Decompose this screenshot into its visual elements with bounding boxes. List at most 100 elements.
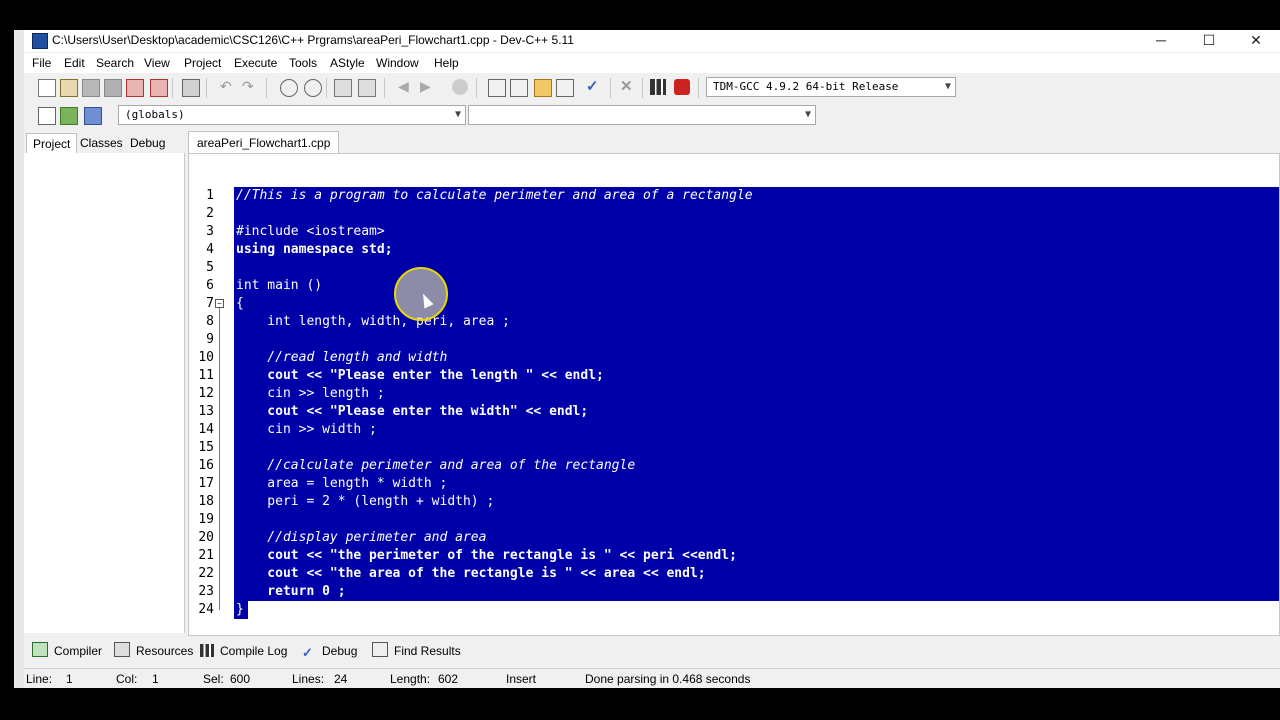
resources-icon (114, 642, 130, 657)
undo-icon[interactable]: ↶ (220, 79, 236, 95)
tab-debug-output[interactable]: ✓ Debug (302, 642, 357, 660)
stop-execution-icon[interactable]: ✕ (620, 79, 636, 95)
save-icon[interactable] (82, 79, 100, 97)
status-line-value: 1 (66, 672, 73, 686)
maximize-button[interactable]: ☐ (1186, 30, 1232, 52)
menu-edit[interactable]: Edit (64, 56, 85, 70)
toolbar-separator (476, 78, 477, 98)
editor-file-tab[interactable]: areaPeri_Flowchart1.cpp (188, 131, 340, 154)
syntax-check-icon[interactable]: ✓ (586, 79, 602, 95)
code-line[interactable]: int length, width, peri, area ; (234, 313, 1279, 331)
code-line[interactable]: { (234, 295, 1279, 313)
code-line[interactable] (234, 511, 1279, 529)
status-line-label: Line: (26, 672, 53, 686)
project-panel (24, 153, 185, 633)
forward-icon[interactable]: ▶ (420, 79, 436, 95)
code-line[interactable]: //display perimeter and area (234, 529, 1279, 547)
menu-execute[interactable]: Execute (234, 56, 277, 70)
toolbar-separator (172, 78, 173, 98)
code-line[interactable]: cout << "the perimeter of the rectangle … (234, 547, 1279, 565)
members-select[interactable]: ▼ (468, 105, 816, 125)
line-number: 21 (198, 548, 214, 563)
chevron-down-icon: ▼ (944, 81, 951, 92)
toolbar-separator (206, 78, 207, 98)
line-number: 3 (206, 224, 214, 239)
save-all-icon[interactable] (104, 79, 122, 97)
code-line[interactable]: cout << "Please enter the length " << en… (234, 367, 1279, 385)
compile-icon[interactable] (488, 79, 506, 97)
code-line[interactable]: cout << "the area of the rectangle is " … (234, 565, 1279, 583)
globals-select[interactable]: (globals) ▼ (118, 105, 466, 125)
toggle-bookmark-icon[interactable] (60, 107, 78, 125)
open-file-icon[interactable] (60, 79, 78, 97)
code-line[interactable] (234, 205, 1279, 223)
code-line[interactable]: //calculate perimeter and area of the re… (234, 457, 1279, 475)
code-line[interactable] (234, 439, 1279, 457)
status-length-label: Length: (390, 672, 431, 686)
tab-compile-log[interactable]: Compile Log (200, 642, 287, 660)
close-all-icon[interactable] (150, 79, 168, 97)
menu-project[interactable]: Project (184, 56, 221, 70)
status-lines-label: Lines: (292, 672, 325, 686)
code-line[interactable]: cout << "Please enter the width" << endl… (234, 403, 1279, 421)
menu-search[interactable]: Search (96, 56, 134, 70)
code-line[interactable]: //This is a program to calculate perimet… (234, 187, 1279, 205)
menu-view[interactable]: View (144, 56, 170, 70)
line-number: 18 (198, 494, 214, 509)
code-line[interactable]: } (234, 601, 248, 619)
replace-icon[interactable] (304, 79, 322, 97)
menu-file[interactable]: File (32, 56, 51, 70)
code-line[interactable]: peri = 2 * (length + width) ; (234, 493, 1279, 511)
new-file-icon[interactable] (38, 79, 56, 97)
back-icon[interactable]: ◀ (398, 79, 414, 95)
tab-classes[interactable]: Classes (74, 133, 129, 153)
close-button[interactable]: ✕ (1233, 30, 1279, 52)
menu-astyle[interactable]: AStyle (330, 56, 365, 70)
code-line[interactable]: return 0 ; (234, 583, 1279, 601)
menu-help[interactable]: Help (434, 56, 459, 70)
code-line[interactable]: using namespace std; (234, 241, 1279, 259)
close-file-icon[interactable] (126, 79, 144, 97)
code-line[interactable]: cin >> width ; (234, 421, 1279, 439)
code-line[interactable]: cin >> length ; (234, 385, 1279, 403)
tab-compiler[interactable]: Compiler (32, 642, 102, 660)
indent-icon[interactable] (334, 79, 352, 97)
line-number: 19 (198, 512, 214, 527)
line-number: 12 (198, 386, 214, 401)
unindent-icon[interactable] (358, 79, 376, 97)
profile-icon[interactable] (650, 79, 666, 95)
menu-window[interactable]: Window (376, 56, 419, 70)
tab-debug[interactable]: Debug (124, 133, 171, 153)
tab-find-results[interactable]: Find Results (372, 642, 461, 660)
run-icon[interactable] (510, 79, 528, 97)
menu-tools[interactable]: Tools (289, 56, 317, 70)
code-line[interactable]: #include <iostream> (234, 223, 1279, 241)
goto-bookmark-icon[interactable] (84, 107, 102, 125)
rebuild-all-icon[interactable] (556, 79, 574, 97)
delete-profile-icon[interactable] (674, 79, 690, 95)
tab-resources-label: Resources (136, 644, 194, 658)
tab-project[interactable]: Project (26, 133, 78, 154)
tab-resources[interactable]: Resources (114, 642, 193, 660)
line-number: 22 (198, 566, 214, 581)
code-line[interactable]: //read length and width (234, 349, 1279, 367)
code-editor[interactable]: 1 2 3 4 5 6 7 8 9 10 11 12 13 14 15 16 17 18 19 20 21 22 23 24−… (188, 153, 1280, 636)
left-panel-tabs: Project Classes Debug (24, 131, 186, 154)
tab-compiler-label: Compiler (54, 644, 103, 658)
compiler-select[interactable]: TDM-GCC 4.9.2 64-bit Release ▼ (706, 77, 956, 97)
title-bar: C:\Users\User\Desktop\academic\CSC126\C+… (24, 30, 1280, 52)
code-line[interactable]: area = length * width ; (234, 475, 1279, 493)
goto-line-icon[interactable] (452, 79, 468, 95)
code-line[interactable] (234, 259, 1279, 277)
code-area[interactable]: //This is a program to calculate perimet… (234, 154, 1279, 635)
print-icon[interactable] (182, 79, 200, 97)
code-line[interactable] (234, 331, 1279, 349)
minimize-button[interactable]: ─ (1138, 30, 1184, 52)
find-icon[interactable] (280, 79, 298, 97)
fold-toggle-icon[interactable]: − (215, 299, 224, 308)
code-line[interactable]: int main () (234, 277, 1279, 295)
line-number: 24 (198, 602, 214, 617)
redo-icon[interactable]: ↷ (242, 79, 258, 95)
compile-run-icon[interactable] (534, 79, 552, 97)
insert-icon[interactable] (38, 107, 56, 125)
